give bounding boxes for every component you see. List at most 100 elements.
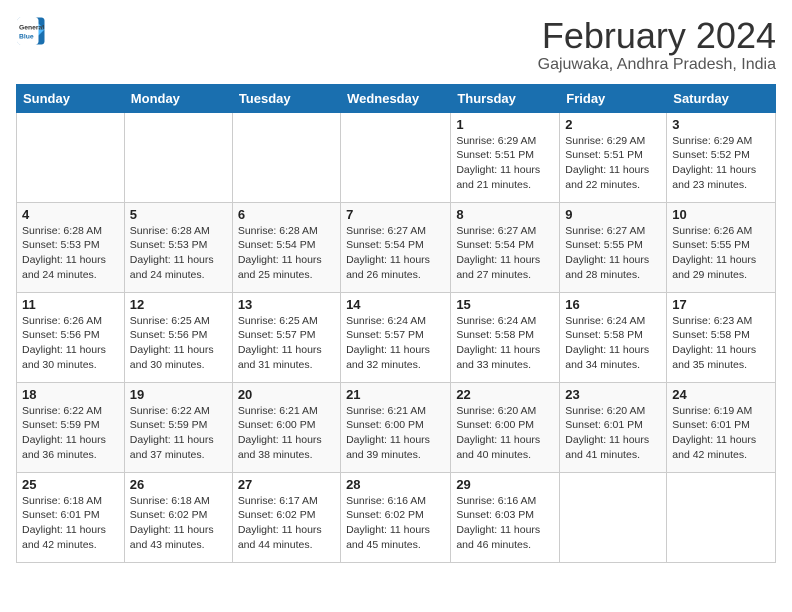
day-info: Sunrise: 6:27 AM Sunset: 5:54 PM Dayligh…	[346, 224, 445, 283]
day-number: 7	[346, 207, 445, 222]
day-info: Sunrise: 6:24 AM Sunset: 5:57 PM Dayligh…	[346, 314, 445, 373]
header-row: SundayMondayTuesdayWednesdayThursdayFrid…	[17, 84, 776, 112]
day-info: Sunrise: 6:22 AM Sunset: 5:59 PM Dayligh…	[130, 404, 227, 463]
day-info: Sunrise: 6:16 AM Sunset: 6:02 PM Dayligh…	[346, 494, 445, 553]
col-header-sunday: Sunday	[17, 84, 125, 112]
day-info: Sunrise: 6:26 AM Sunset: 5:56 PM Dayligh…	[22, 314, 119, 373]
day-cell-14: 14 Sunrise: 6:24 AM Sunset: 5:57 PM Dayli…	[341, 292, 451, 382]
empty-cell	[17, 112, 125, 202]
day-cell-12: 12 Sunrise: 6:25 AM Sunset: 5:56 PM Dayli…	[124, 292, 232, 382]
day-info: Sunrise: 6:22 AM Sunset: 5:59 PM Dayligh…	[22, 404, 119, 463]
week-row-3: 11 Sunrise: 6:26 AM Sunset: 5:56 PM Dayli…	[17, 292, 776, 382]
col-header-tuesday: Tuesday	[232, 84, 340, 112]
day-number: 17	[672, 297, 770, 312]
day-number: 16	[565, 297, 661, 312]
day-number: 11	[22, 297, 119, 312]
day-info: Sunrise: 6:26 AM Sunset: 5:55 PM Dayligh…	[672, 224, 770, 283]
day-cell-18: 18 Sunrise: 6:22 AM Sunset: 5:59 PM Dayli…	[17, 382, 125, 472]
col-header-thursday: Thursday	[451, 84, 560, 112]
day-info: Sunrise: 6:21 AM Sunset: 6:00 PM Dayligh…	[238, 404, 335, 463]
day-cell-16: 16 Sunrise: 6:24 AM Sunset: 5:58 PM Dayli…	[560, 292, 667, 382]
empty-cell	[232, 112, 340, 202]
day-cell-26: 26 Sunrise: 6:18 AM Sunset: 6:02 PM Dayli…	[124, 472, 232, 562]
day-cell-1: 1 Sunrise: 6:29 AM Sunset: 5:51 PM Daylig…	[451, 112, 560, 202]
calendar-title: February 2024	[538, 16, 776, 56]
day-number: 24	[672, 387, 770, 402]
day-cell-9: 9Sunrise: 6:27 AM Sunset: 5:55 PM Daylig…	[560, 202, 667, 292]
day-info: Sunrise: 6:25 AM Sunset: 5:57 PM Dayligh…	[238, 314, 335, 373]
day-number: 12	[130, 297, 227, 312]
day-cell-21: 21 Sunrise: 6:21 AM Sunset: 6:00 PM Dayli…	[341, 382, 451, 472]
week-row-4: 18 Sunrise: 6:22 AM Sunset: 5:59 PM Dayli…	[17, 382, 776, 472]
empty-cell	[667, 472, 776, 562]
day-cell-22: 22 Sunrise: 6:20 AM Sunset: 6:00 PM Dayli…	[451, 382, 560, 472]
col-header-monday: Monday	[124, 84, 232, 112]
day-info: Sunrise: 6:18 AM Sunset: 6:02 PM Dayligh…	[130, 494, 227, 553]
day-info: Sunrise: 6:27 AM Sunset: 5:54 PM Dayligh…	[456, 224, 554, 283]
day-cell-17: 17 Sunrise: 6:23 AM Sunset: 5:58 PM Dayli…	[667, 292, 776, 382]
day-cell-6: 6 Sunrise: 6:28 AM Sunset: 5:54 PM Daylig…	[232, 202, 340, 292]
day-number: 18	[22, 387, 119, 402]
day-info: Sunrise: 6:17 AM Sunset: 6:02 PM Dayligh…	[238, 494, 335, 553]
day-number: 20	[238, 387, 335, 402]
day-cell-2: 2 Sunrise: 6:29 AM Sunset: 5:51 PM Daylig…	[560, 112, 667, 202]
day-info: Sunrise: 6:23 AM Sunset: 5:58 PM Dayligh…	[672, 314, 770, 373]
day-cell-27: 27Sunrise: 6:17 AM Sunset: 6:02 PM Dayli…	[232, 472, 340, 562]
day-cell-3: 3 Sunrise: 6:29 AM Sunset: 5:52 PM Daylig…	[667, 112, 776, 202]
day-number: 26	[130, 477, 227, 492]
day-number: 3	[672, 117, 770, 132]
svg-text:General: General	[19, 25, 44, 32]
col-header-saturday: Saturday	[667, 84, 776, 112]
day-info: Sunrise: 6:20 AM Sunset: 6:01 PM Dayligh…	[565, 404, 661, 463]
day-info: Sunrise: 6:20 AM Sunset: 6:00 PM Dayligh…	[456, 404, 554, 463]
day-number: 29	[456, 477, 554, 492]
week-row-5: 25 Sunrise: 6:18 AM Sunset: 6:01 PM Dayli…	[17, 472, 776, 562]
day-cell-7: 7 Sunrise: 6:27 AM Sunset: 5:54 PM Daylig…	[341, 202, 451, 292]
day-number: 19	[130, 387, 227, 402]
day-number: 21	[346, 387, 445, 402]
day-number: 1	[456, 117, 554, 132]
week-row-2: 4 Sunrise: 6:28 AM Sunset: 5:53 PM Daylig…	[17, 202, 776, 292]
day-number: 8	[456, 207, 554, 222]
day-cell-29: 29 Sunrise: 6:16 AM Sunset: 6:03 PM Dayli…	[451, 472, 560, 562]
week-row-1: 1 Sunrise: 6:29 AM Sunset: 5:51 PM Daylig…	[17, 112, 776, 202]
empty-cell	[560, 472, 667, 562]
day-number: 15	[456, 297, 554, 312]
day-info: Sunrise: 6:24 AM Sunset: 5:58 PM Dayligh…	[565, 314, 661, 373]
day-number: 2	[565, 117, 661, 132]
day-info: Sunrise: 6:24 AM Sunset: 5:58 PM Dayligh…	[456, 314, 554, 373]
day-number: 5	[130, 207, 227, 222]
empty-cell	[341, 112, 451, 202]
day-info: Sunrise: 6:16 AM Sunset: 6:03 PM Dayligh…	[456, 494, 554, 553]
day-cell-4: 4 Sunrise: 6:28 AM Sunset: 5:53 PM Daylig…	[17, 202, 125, 292]
day-number: 25	[22, 477, 119, 492]
day-info: Sunrise: 6:28 AM Sunset: 5:53 PM Dayligh…	[22, 224, 119, 283]
logo-icon: General Blue	[16, 16, 46, 46]
day-info: Sunrise: 6:29 AM Sunset: 5:51 PM Dayligh…	[565, 134, 661, 193]
day-number: 4	[22, 207, 119, 222]
day-number: 22	[456, 387, 554, 402]
day-info: Sunrise: 6:29 AM Sunset: 5:52 PM Dayligh…	[672, 134, 770, 193]
title-area: February 2024 Gajuwaka, Andhra Pradesh, …	[538, 16, 776, 74]
svg-text:Blue: Blue	[19, 34, 34, 41]
day-info: Sunrise: 6:18 AM Sunset: 6:01 PM Dayligh…	[22, 494, 119, 553]
day-cell-15: 15 Sunrise: 6:24 AM Sunset: 5:58 PM Dayli…	[451, 292, 560, 382]
day-info: Sunrise: 6:28 AM Sunset: 5:53 PM Dayligh…	[130, 224, 227, 283]
day-cell-10: 10 Sunrise: 6:26 AM Sunset: 5:55 PM Dayli…	[667, 202, 776, 292]
day-cell-25: 25 Sunrise: 6:18 AM Sunset: 6:01 PM Dayli…	[17, 472, 125, 562]
day-cell-28: 28 Sunrise: 6:16 AM Sunset: 6:02 PM Dayli…	[341, 472, 451, 562]
day-cell-11: 11 Sunrise: 6:26 AM Sunset: 5:56 PM Dayli…	[17, 292, 125, 382]
header: General Blue February 2024 Gajuwaka, And…	[16, 16, 776, 74]
calendar-table: SundayMondayTuesdayWednesdayThursdayFrid…	[16, 84, 776, 563]
day-info: Sunrise: 6:25 AM Sunset: 5:56 PM Dayligh…	[130, 314, 227, 373]
day-number: 28	[346, 477, 445, 492]
day-info: Sunrise: 6:29 AM Sunset: 5:51 PM Dayligh…	[456, 134, 554, 193]
day-info: Sunrise: 6:21 AM Sunset: 6:00 PM Dayligh…	[346, 404, 445, 463]
day-number: 14	[346, 297, 445, 312]
day-cell-20: 20 Sunrise: 6:21 AM Sunset: 6:00 PM Dayli…	[232, 382, 340, 472]
day-number: 6	[238, 207, 335, 222]
col-header-wednesday: Wednesday	[341, 84, 451, 112]
col-header-friday: Friday	[560, 84, 667, 112]
day-number: 10	[672, 207, 770, 222]
day-info: Sunrise: 6:28 AM Sunset: 5:54 PM Dayligh…	[238, 224, 335, 283]
